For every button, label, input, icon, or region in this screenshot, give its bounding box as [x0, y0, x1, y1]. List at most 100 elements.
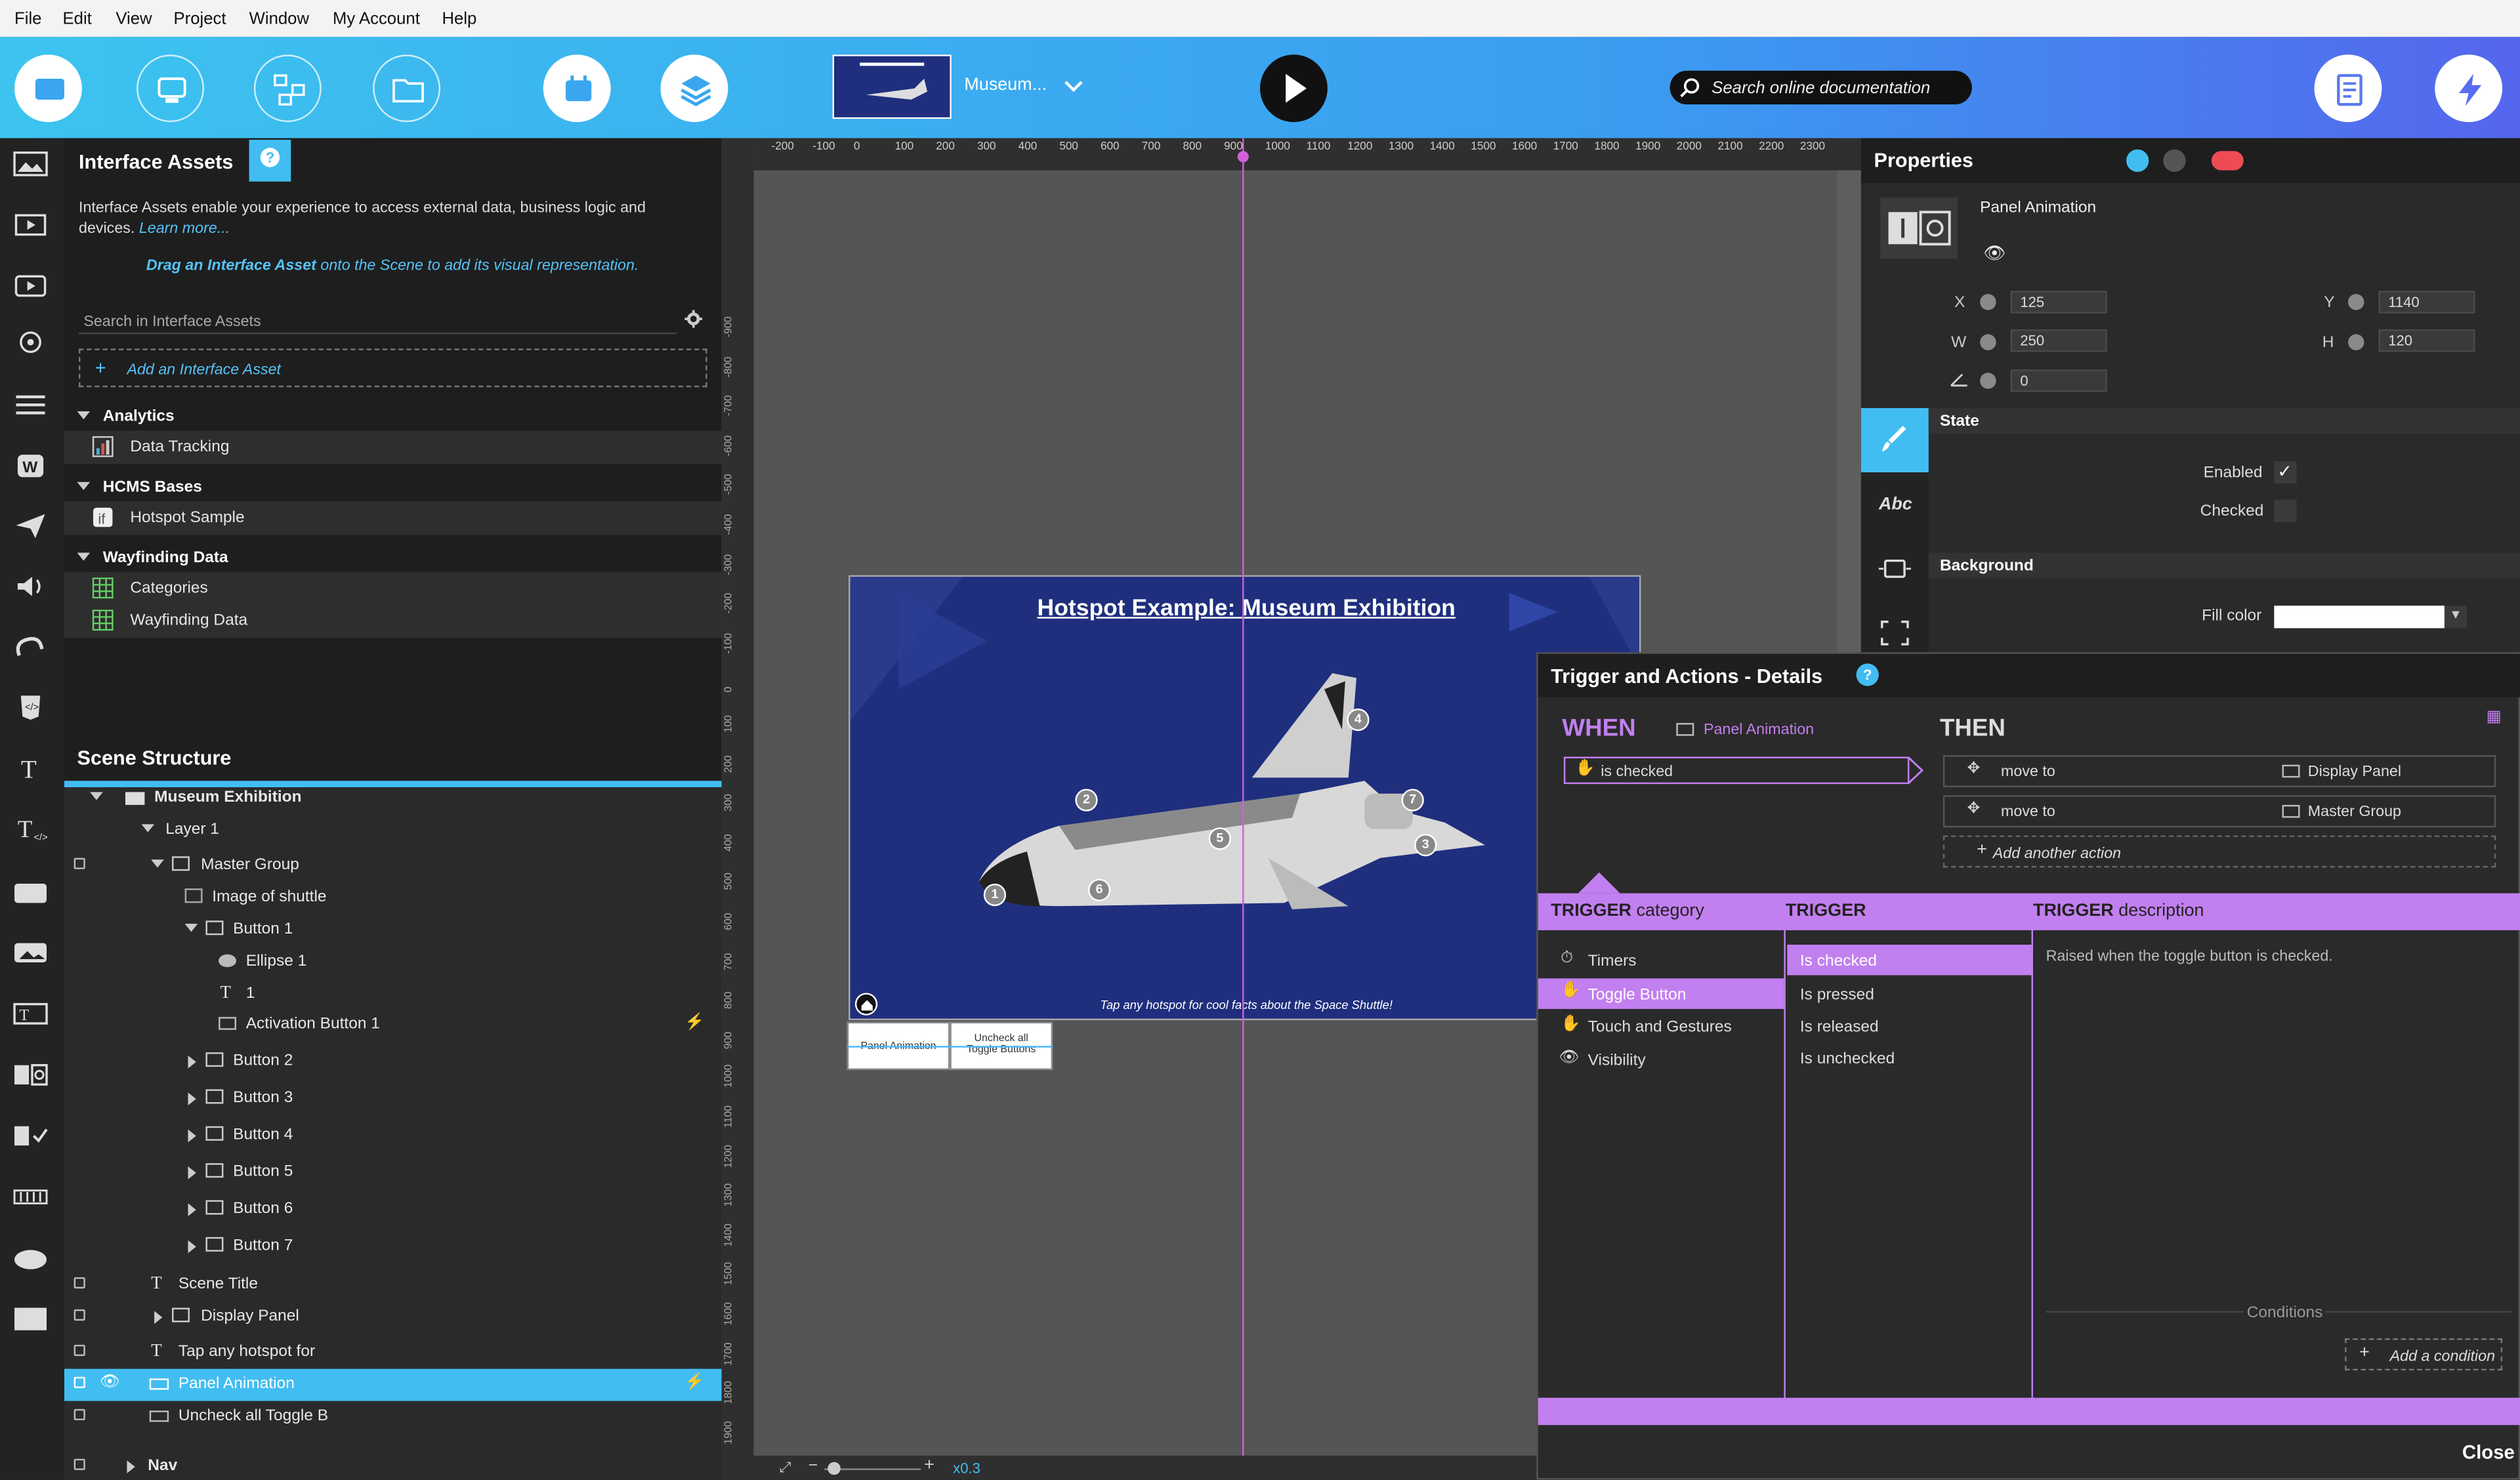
hotspot-5[interactable]: 5 [1208, 827, 1231, 850]
image-button-icon[interactable] [13, 940, 49, 966]
angle-lock-dot[interactable] [1980, 373, 1996, 389]
audio-icon[interactable] [13, 573, 49, 599]
assets-search-input[interactable]: Search in Interface Assets [79, 305, 677, 335]
lock-icon[interactable] [74, 1277, 85, 1289]
checkbox-icon[interactable] [13, 1123, 49, 1149]
text-field-icon[interactable]: T [13, 1001, 49, 1027]
hotspot-2[interactable]: 2 [1075, 789, 1098, 812]
fill-color-swatch[interactable] [2274, 606, 2445, 628]
y-lock-dot[interactable] [2347, 294, 2364, 310]
category-toggle-button[interactable]: ✋ Toggle Button [1538, 978, 1784, 1009]
x-lock-dot[interactable] [1980, 294, 1996, 310]
html-icon[interactable]: </> [13, 694, 49, 720]
tree-row-button-4[interactable]: Button 4 [64, 1120, 722, 1152]
tree-row-panel-animation[interactable]: 👁 Panel Animation ⚡ [64, 1368, 722, 1401]
zoom-slider-thumb[interactable] [828, 1462, 841, 1475]
tree-row-museum-exhibition[interactable]: Museum Exhibition [64, 787, 722, 810]
style-tab[interactable] [1860, 408, 1929, 473]
when-condition[interactable]: ✋ is checked [1563, 756, 1910, 785]
tree-row-uncheck-all[interactable]: Uncheck all Toggle B [64, 1401, 722, 1433]
scene-stage[interactable]: Hotspot Example: Museum Exhibition 1 2 3 4 5… [849, 575, 1641, 1021]
devices-button[interactable] [136, 54, 205, 123]
angle-field[interactable]: 0 [2010, 369, 2107, 392]
tree-row-text-1[interactable]: T1 [64, 978, 722, 1010]
action-row-1[interactable]: ✥ move to Display Panel [1942, 755, 2496, 788]
tree-row-button-1[interactable]: Button 1 [64, 914, 722, 946]
settings-icon[interactable] [684, 310, 703, 328]
x-field[interactable]: 125 [2010, 291, 2107, 314]
eraser-icon[interactable] [2211, 151, 2244, 171]
element-name[interactable]: Panel Animation [1980, 199, 2096, 217]
play-button[interactable] [1260, 54, 1328, 123]
learn-more-link[interactable]: Learn more... [139, 220, 230, 238]
zoom-in-icon[interactable]: + [924, 1456, 934, 1475]
tasks-button[interactable] [2314, 54, 2382, 123]
asset-hotspot-sample[interactable]: if Hotspot Sample [64, 501, 722, 535]
fill-color-dropdown[interactable]: ▼ [2444, 606, 2468, 628]
quick-actions-button[interactable] [2435, 54, 2503, 123]
asset-data-tracking[interactable]: Data Tracking [64, 430, 722, 464]
lock-icon[interactable] [74, 1408, 85, 1420]
menu-edit[interactable]: Edit [63, 10, 92, 29]
tree-row-button-6[interactable]: Button 6 [64, 1194, 722, 1226]
grid-icon[interactable]: ▦ [2487, 709, 2502, 726]
tree-row-button-7[interactable]: Button 7 [64, 1231, 722, 1263]
category-visibility[interactable]: 👁 Visibility [1538, 1044, 1784, 1077]
eye-icon[interactable]: 👁 [100, 1374, 120, 1391]
guide-handle[interactable] [1237, 151, 1249, 163]
checked-checkbox[interactable] [2274, 499, 2297, 522]
tree-row-display-panel[interactable]: Display Panel [64, 1302, 722, 1334]
menu-my-account[interactable]: My Account [333, 10, 420, 29]
y-field[interactable]: 1140 [2378, 291, 2475, 314]
path-icon[interactable] [13, 633, 49, 659]
hotspot-4[interactable]: 4 [1347, 709, 1370, 731]
asset-categories[interactable]: Categories [64, 571, 722, 606]
globe-icon[interactable] [2163, 149, 2186, 173]
rectangle-button-icon[interactable] [13, 880, 49, 906]
video-asset-icon[interactable] [13, 212, 49, 237]
layout-tab[interactable] [1860, 536, 1929, 601]
w-field[interactable]: 250 [2010, 329, 2107, 352]
hotspot-6[interactable]: 6 [1087, 878, 1111, 901]
hotspot-3[interactable]: 3 [1414, 834, 1437, 857]
tree-row-button-3[interactable]: Button 3 [64, 1083, 722, 1115]
zoom-out-icon[interactable]: − [808, 1457, 818, 1475]
enabled-checkbox[interactable]: ✓ [2274, 461, 2297, 484]
flow-button[interactable] [253, 54, 322, 123]
w-lock-dot[interactable] [1980, 334, 1996, 350]
tree-row-tap-any-hotspot[interactable]: T Tap any hotspot for [64, 1337, 722, 1369]
list-icon[interactable] [13, 392, 49, 418]
add-condition-button[interactable]: + Add a condition [2345, 1338, 2503, 1370]
close-button[interactable]: Close [2462, 1441, 2515, 1464]
tree-row-button-5[interactable]: Button 5 [64, 1157, 722, 1189]
lock-icon[interactable] [74, 1458, 85, 1470]
category-timers[interactable]: ⏱ Timers [1538, 945, 1784, 977]
fit-screen-icon[interactable]: ⤢ [780, 1459, 791, 1477]
send-icon[interactable] [13, 512, 49, 539]
h-lock-dot[interactable] [2347, 334, 2364, 350]
lock-icon[interactable] [74, 1309, 85, 1321]
menu-view[interactable]: View [116, 10, 152, 29]
asset-wayfinding-data[interactable]: Wayfinding Data [64, 604, 722, 638]
frame-tab[interactable] [1860, 600, 1929, 653]
webcam-icon[interactable] [13, 331, 49, 356]
hotspot-7[interactable]: 7 [1401, 789, 1424, 812]
trigger-is-unchecked[interactable]: Is unchecked [1787, 1042, 2031, 1073]
media-player-icon[interactable] [13, 273, 49, 298]
image-asset-icon[interactable] [13, 151, 49, 176]
trigger-source[interactable]: Panel Animation [1704, 722, 1814, 739]
group-hcms-bases[interactable]: HCMS Bases [64, 477, 722, 499]
link-icon[interactable] [2126, 149, 2149, 173]
lock-icon[interactable] [74, 1376, 85, 1388]
group-wayfinding-data[interactable]: Wayfinding Data [64, 548, 722, 570]
trigger-lightning-icon[interactable]: ⚡ [684, 1014, 704, 1031]
tree-row-image-of-shuttle[interactable]: Image of shuttle [64, 882, 722, 915]
lock-icon[interactable] [74, 1344, 85, 1356]
group-analytics[interactable]: Analytics [64, 407, 722, 429]
trigger-is-checked[interactable]: Is checked [1787, 945, 2032, 976]
menu-help[interactable]: Help [442, 10, 476, 29]
tree-row-activation-button-1[interactable]: Activation Button 1 ⚡ [64, 1009, 722, 1041]
ellipse-icon[interactable] [13, 1246, 49, 1272]
menu-project[interactable]: Project [173, 10, 226, 29]
help-icon[interactable]: ? [1856, 663, 1879, 686]
